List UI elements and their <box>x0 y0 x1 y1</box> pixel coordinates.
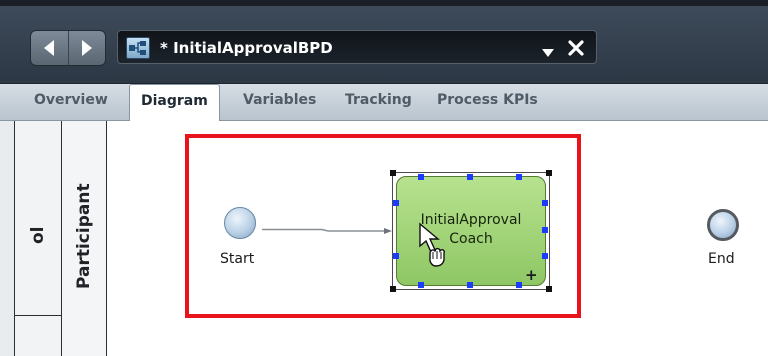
resize-handle[interactable] <box>467 174 473 180</box>
pool-label: ol <box>28 226 48 244</box>
tab-variables[interactable]: Variables <box>243 84 316 120</box>
sequence-flow-connector[interactable] <box>262 228 392 234</box>
right-arrow-icon <box>81 40 92 56</box>
close-icon[interactable] <box>567 39 585 61</box>
resize-handle[interactable] <box>516 282 522 288</box>
forward-button[interactable] <box>67 31 106 65</box>
move-cursor-icon <box>419 222 445 267</box>
resize-handle[interactable] <box>467 282 473 288</box>
participant-lane-label: Participant <box>74 183 94 289</box>
document-selector[interactable]: * InitialApprovalBPD <box>117 30 597 64</box>
selection-frame <box>392 172 550 290</box>
chevron-down-icon[interactable] <box>541 43 555 62</box>
tab-process-kpis[interactable]: Process KPIs <box>437 84 538 120</box>
resize-handle[interactable] <box>393 200 399 206</box>
selection-corner[interactable] <box>546 286 552 292</box>
resize-handle[interactable] <box>542 200 548 206</box>
process-diagram-icon <box>126 37 150 59</box>
tab-diagram[interactable]: Diagram <box>129 84 220 121</box>
end-event-label: End <box>708 251 735 267</box>
resize-handle[interactable] <box>542 253 548 259</box>
selection-corner[interactable] <box>390 286 396 292</box>
resize-handle[interactable] <box>393 253 399 259</box>
left-arrow-icon <box>44 40 55 56</box>
start-event[interactable] <box>224 207 256 239</box>
resize-handle[interactable] <box>418 174 424 180</box>
history-nav <box>30 30 106 66</box>
participant-lane-header[interactable]: Participant <box>62 121 107 356</box>
lane-edge <box>0 121 15 356</box>
tab-tracking[interactable]: Tracking <box>345 84 412 120</box>
pool-header[interactable]: ol <box>15 121 62 356</box>
editor-titlebar: * InitialApprovalBPD <box>0 0 768 84</box>
resize-handle[interactable] <box>418 282 424 288</box>
selection-corner[interactable] <box>390 170 396 176</box>
resize-handle[interactable] <box>516 174 522 180</box>
start-event-label: Start <box>220 251 255 267</box>
end-event[interactable] <box>707 209 739 241</box>
back-button[interactable] <box>31 31 68 65</box>
resize-handle[interactable] <box>542 227 548 233</box>
document-title: * InitialApprovalBPD <box>160 39 333 57</box>
tab-overview[interactable]: Overview <box>34 84 108 120</box>
selection-corner[interactable] <box>546 170 552 176</box>
lane-divider <box>15 315 62 316</box>
editor-tabs: Overview Diagram Variables Tracking Proc… <box>0 84 768 121</box>
